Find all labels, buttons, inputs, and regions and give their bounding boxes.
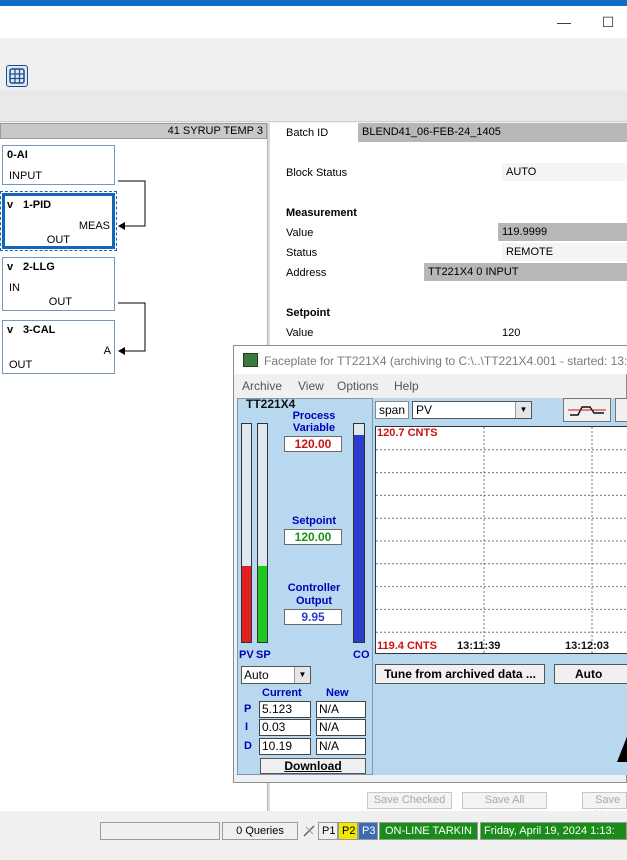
p-new-input[interactable]: N/A <box>316 701 366 718</box>
trend-line-icon <box>568 406 606 416</box>
pid-row-label: I <box>245 721 249 733</box>
process-variable-label: Process <box>292 410 336 422</box>
save-all-button[interactable]: Save All <box>462 792 547 809</box>
chevron-down-icon[interactable]: ▼ <box>515 402 531 418</box>
trend-zoom-button[interactable] <box>563 398 611 422</box>
current-column-header: Current <box>262 687 302 699</box>
faceplate-control-panel: TT221X4 Process Variable 120.00 Setpoint… <box>237 397 373 775</box>
minimize-button[interactable]: — <box>553 12 575 32</box>
online-status: ON-LINE TARKIN <box>379 822 478 840</box>
pen-icon[interactable] <box>301 823 317 839</box>
tag-name: TT221X4 <box>246 397 296 411</box>
grid-view-icon[interactable] <box>6 65 28 87</box>
auto-tune-button[interactable]: Auto <box>554 664 627 684</box>
setpoint-label: Setpoint <box>292 515 336 527</box>
measurement-value: 119.9999 <box>498 223 627 241</box>
batch-id-label: Batch ID <box>286 127 329 139</box>
status-empty-cell <box>100 822 220 840</box>
trend-grid <box>376 427 627 655</box>
trend-extra-button[interactable] <box>615 398 627 422</box>
queries-count: 0 Queries <box>222 822 298 840</box>
title-bar: — ☐ <box>0 6 627 38</box>
download-button[interactable]: Download <box>260 758 366 774</box>
faceplate-window: Faceplate for TT221X4 (archiving to C:\.… <box>233 345 627 783</box>
measurement-header: Measurement <box>286 207 357 219</box>
datetime-display: Friday, April 19, 2024 1:13: <box>480 822 627 840</box>
setpoint-header: Setpoint <box>286 307 330 319</box>
faceplate-title: Faceplate for TT221X4 (archiving to C:\.… <box>264 354 627 368</box>
pv-label: PV <box>239 649 254 661</box>
trend-chart: 120.7 CNTS 119.4 CNTS <box>375 426 627 655</box>
chart-top-label: 120.7 CNTS <box>377 427 438 439</box>
measurement-value-label: Value <box>286 227 314 239</box>
span-button[interactable]: span <box>375 401 409 419</box>
tune-archived-button[interactable]: Tune from archived data ... <box>375 664 545 684</box>
chevron-down-icon[interactable]: ▼ <box>294 667 310 683</box>
p-current-value: 5.123 <box>259 701 311 718</box>
address-label: Address <box>286 267 327 279</box>
time-tick-1: 13:11:39 <box>457 640 501 652</box>
d-current-value: 10.19 <box>259 738 311 755</box>
menu-options[interactable]: Options <box>337 379 378 393</box>
measurement-status-value: REMOTE <box>502 243 627 261</box>
trend-variable-select[interactable]: PV ▼ <box>412 401 532 419</box>
sp-bar <box>257 423 268 643</box>
batch-id-value: BLEND41_06-FEB-24_1405 <box>358 123 627 142</box>
co-label: CO <box>353 649 370 661</box>
controller-output-label-2: Output <box>295 595 333 607</box>
controller-output-label: Controller <box>287 582 341 594</box>
compound-header: 41 SYRUP TEMP 3 <box>0 123 267 139</box>
toolbar <box>0 62 627 90</box>
process-variable-label-2: Variable <box>292 422 336 434</box>
restore-button[interactable]: ☐ <box>597 12 619 32</box>
pid-row-label: P <box>244 703 252 715</box>
block-status-value: AUTO <box>502 163 627 181</box>
time-tick-2: 13:12:03 <box>565 640 610 652</box>
co-bar <box>353 423 365 643</box>
chart-bottom-label: 119.4 CNTS <box>377 640 437 652</box>
trend-variable-value: PV <box>416 403 433 417</box>
save-partial-button[interactable]: Save N <box>582 792 627 821</box>
menu-help[interactable]: Help <box>394 379 419 393</box>
i-current-value: 0.03 <box>259 719 311 736</box>
setpoint-value[interactable]: 120.00 <box>284 529 342 545</box>
d-new-input[interactable]: N/A <box>316 738 366 755</box>
block-connectors <box>118 180 146 355</box>
sub-bar <box>0 90 627 122</box>
menu-band <box>0 38 627 62</box>
trend-panel: span PV ▼ 120.7 CNTS 119.4 CNTS 13:11:39… <box>373 398 627 775</box>
save-checked-button[interactable]: Save Checked <box>367 792 452 809</box>
faceplate-title-bar: Faceplate for TT221X4 (archiving to C:\.… <box>234 346 627 374</box>
menu-archive[interactable]: Archive <box>242 379 282 393</box>
mode-select[interactable]: Auto ▼ <box>241 666 311 684</box>
block-diagram-pane: 0-AI INPUT v 1-PID MEAS OUT v 2-LLG IN O… <box>0 139 267 811</box>
block-status-label: Block Status <box>286 167 348 179</box>
measurement-status-label: Status <box>286 247 318 259</box>
p1-indicator: P1 <box>318 822 338 840</box>
warning-glyph-icon <box>617 736 627 762</box>
setpoint-value: 120 <box>502 327 521 339</box>
pv-bar <box>241 423 252 643</box>
sp-label: SP <box>256 649 271 661</box>
mode-select-value: Auto <box>244 668 269 682</box>
pid-row-label: D <box>244 740 252 752</box>
setpoint-value-label: Value <box>286 327 314 339</box>
p3-indicator: P3 <box>358 822 378 840</box>
faceplate-app-icon <box>243 353 258 367</box>
controller-output-value[interactable]: 9.95 <box>284 609 342 625</box>
p2-indicator: P2 <box>338 822 358 840</box>
process-variable-value: 120.00 <box>284 436 342 452</box>
address-value: TT221X4 0 INPUT <box>424 263 627 281</box>
menu-view[interactable]: View <box>298 379 324 393</box>
new-column-header: New <box>326 687 349 699</box>
i-new-input[interactable]: N/A <box>316 719 366 736</box>
